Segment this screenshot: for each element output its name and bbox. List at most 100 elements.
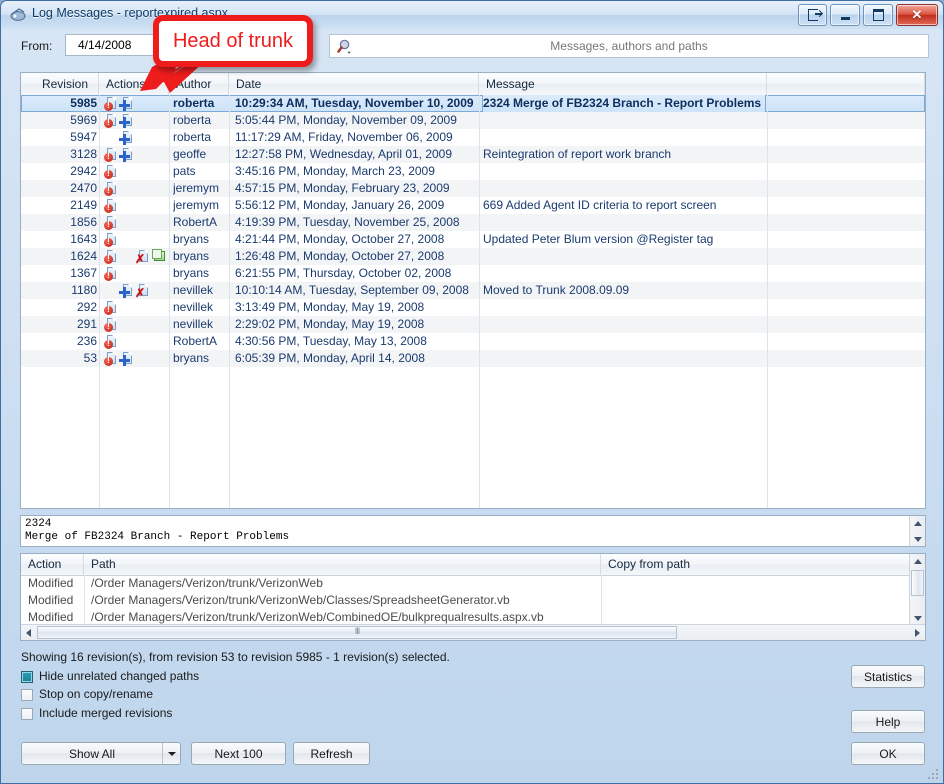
ok-button[interactable]: OK [851,742,925,765]
log-list[interactable]: Revision Actions Author Date Message 598… [20,72,926,509]
scroll-down-icon[interactable] [910,532,925,546]
resize-grip[interactable] [928,769,940,781]
column-header-action[interactable]: Action [21,554,84,575]
cell-message [483,180,763,197]
cell-message [483,112,763,129]
modified-icon [104,267,118,281]
scroll-right-icon[interactable] [910,625,925,640]
paths-header: Action Path Copy from path [21,554,909,576]
next-100-button[interactable]: Next 100 [191,742,286,765]
cell-revision: 2470 [70,181,97,195]
column-header-extra[interactable] [767,73,925,95]
cell-actions [103,316,169,333]
cell-actions [103,129,169,146]
show-all-button[interactable]: Show All [21,742,181,765]
paths-vertical-scroll-thumb[interactable] [911,570,924,596]
cell-action: Modified [28,610,74,624]
table-row[interactable]: 3128 geoffe 12:27:58 PM, Wednesday, April … [21,146,925,163]
table-row[interactable]: 2149 jeremym 5:56:12 PM, Monday, January 2… [21,197,925,214]
cell-copy-from-path [606,575,906,592]
deleted-icon: ✗ [135,284,150,299]
table-row[interactable]: 236 RobertA 4:30:56 PM, Tuesday, May 13, 2… [21,333,925,350]
table-row[interactable]: 5947 roberta 11:17:29 AM, Friday, November… [21,129,925,146]
statistics-button[interactable]: Statistics [851,665,925,688]
refresh-label: Refresh [310,746,353,761]
cell-author: jeremym [173,198,220,212]
paths-scroll-down-icon[interactable] [910,611,925,625]
maximize-button[interactable] [863,4,893,26]
modified-icon [104,301,118,315]
cell-revision: 5947 [70,130,97,144]
table-row[interactable]: 5969 roberta 5:05:44 PM, Monday, November … [21,112,925,129]
table-row[interactable]: 53 bryans 6:05:39 PM, Monday, April 14, 20… [21,350,925,367]
tortoisesvn-icon [10,8,26,21]
commit-message-line-1: 2324 [25,518,52,530]
column-header-revision[interactable]: Revision [21,73,99,95]
cell-revision: 1624 [70,249,97,263]
checkbox-box[interactable] [21,689,33,701]
show-all-label: Show All [68,746,116,761]
cell-author: roberta [173,113,212,127]
modified-icon [104,335,118,349]
added-icon [119,131,134,145]
cell-author: RobertA [173,215,218,229]
close-button[interactable]: ✕ [896,4,938,26]
scroll-left-icon[interactable] [21,625,36,640]
checkbox-box[interactable] [21,708,33,720]
cell-action: Modified [28,576,74,590]
column-header-message[interactable]: Message [479,73,767,95]
cell-message [483,214,763,231]
deleted-icon: ✗ [135,250,150,265]
log-messages-window: Log Messages - reportexpired.aspx ✕ From… [0,0,944,784]
list-item[interactable]: Modified/Order Managers/Verizon/trunk/Ve… [21,609,909,624]
chevron-down-icon [167,751,176,756]
cell-actions [103,214,169,231]
cell-revision: 1180 [71,283,97,297]
commit-message-box[interactable]: 2324 Merge of FB2324 Branch - Report Pro… [20,515,926,547]
paths-body[interactable]: Modified/Order Managers/Verizon/trunk/Ve… [21,575,909,624]
column-header-path[interactable]: Path [84,554,601,575]
cell-message [483,316,763,333]
paths-horizontal-scrollbar[interactable] [21,624,925,640]
from-label: From: [21,39,53,53]
column-header-date[interactable]: Date [229,73,479,95]
table-row[interactable]: 1367 bryans 6:21:55 PM, Thursday, October … [21,265,925,282]
cell-actions: ✗ [103,248,169,265]
scroll-up-icon[interactable] [910,516,925,530]
show-all-dropdown-button[interactable] [162,743,180,764]
cell-message: Moved to Trunk 2008.09.09 [483,283,630,297]
cell-revision: 291 [76,317,97,331]
log-list-body[interactable]: 5985 roberta 10:29:34 AM, Tuesday, Novembe… [21,95,925,508]
context-help-button[interactable] [798,4,827,26]
cell-date: 3:13:49 PM, Monday, May 19, 2008 [235,300,425,314]
cell-path: /Order Managers/Verizon/trunk/VerizonWeb… [91,610,544,624]
message-vertical-scrollbar[interactable] [909,516,925,546]
table-row[interactable]: 1856 RobertA 4:19:39 PM, Tuesday, November… [21,214,925,231]
column-header-copy-from-path[interactable]: Copy from path [601,554,911,575]
cell-revision: 2149 [70,198,97,212]
list-item[interactable]: Modified/Order Managers/Verizon/trunk/Ve… [21,575,909,592]
cell-copy-from-path [606,609,906,624]
commit-message-line-2: Merge of FB2324 Branch - Report Problems [25,531,290,543]
table-row[interactable]: 1180 ✗ nevillek 10:10:14 AM, Tuesday, Septe… [21,282,925,299]
table-row[interactable]: 2470 jeremym 4:57:15 PM, Monday, February … [21,180,925,197]
minimize-button[interactable] [830,4,860,26]
statistics-label: Statistics [863,669,912,684]
cell-author: nevillek [173,317,214,331]
table-row[interactable]: 291 nevillek 2:29:02 PM, Monday, May 19, 2… [21,316,925,333]
cell-actions [103,231,169,248]
paths-scroll-up-icon[interactable] [910,554,925,568]
paths-horizontal-scroll-thumb[interactable] [37,626,677,639]
search-input[interactable]: Messages, authors and paths [329,34,929,58]
list-item[interactable]: Modified/Order Managers/Verizon/trunk/Ve… [21,592,909,609]
table-row[interactable]: 2942 pats 3:45:16 PM, Monday, March 23, 20… [21,163,925,180]
table-row[interactable]: 1624 ✗ bryans 1:26:48 PM, Monday, October 2… [21,248,925,265]
cell-actions [103,299,169,316]
help-button[interactable]: Help [851,710,925,733]
table-row[interactable]: 292 nevillek 3:13:49 PM, Monday, May 19, 2… [21,299,925,316]
refresh-button[interactable]: Refresh [293,742,370,765]
checkbox-box[interactable] [21,671,33,683]
cell-message [483,248,763,265]
changed-paths-list[interactable]: Action Path Copy from path Modified/Orde… [20,553,926,641]
table-row[interactable]: 1643 bryans 4:21:44 PM, Monday, October 27… [21,231,925,248]
